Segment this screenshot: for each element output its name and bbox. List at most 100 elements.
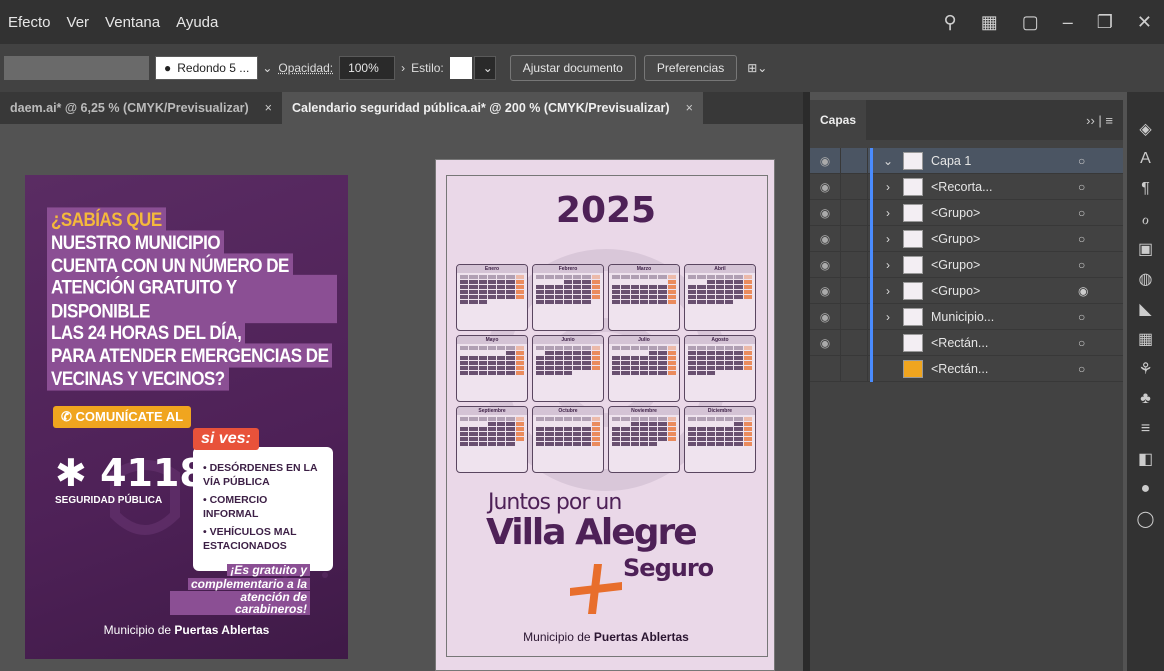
color-icon[interactable]: ◍ [1127,264,1164,294]
menu-efecto[interactable]: Efecto [0,14,59,31]
lock-toggle[interactable] [840,199,868,226]
target-icon[interactable]: ○ [1078,180,1085,194]
stroke-swatch[interactable] [4,56,149,80]
expand-icon[interactable]: ⌄ [873,154,903,168]
lock-toggle[interactable] [840,329,868,356]
target-icon[interactable]: ◉ [1078,284,1088,298]
target-icon[interactable]: ○ [1078,310,1085,324]
menu-ayuda[interactable]: Ayuda [168,14,226,31]
info-poster[interactable]: ¿SABÍAS QUE NUESTRO MUNICIPIO CUENTA CON… [25,175,348,659]
target-icon[interactable]: ○ [1078,336,1085,350]
layer-name[interactable]: <Recorta... [931,180,1061,194]
emergency-number-subtitle: SEGURIDAD PÚBLICA [55,495,163,506]
eye-icon[interactable]: ◉ [810,232,840,246]
screen-mode-icon[interactable]: ▢ [1010,12,1051,33]
glyphs-icon[interactable]: ℴ [1127,204,1164,234]
symbols-icon[interactable]: ♣ [1127,384,1164,414]
lock-toggle[interactable] [840,277,868,304]
expand-icon[interactable]: › [873,206,903,220]
chevron-right-icon[interactable]: › [401,61,405,75]
layer-row[interactable]: ◉ › <Grupo> ○ [810,251,1123,278]
appearance-icon[interactable]: ● [1127,474,1164,504]
minimize-icon[interactable]: – [1051,12,1085,33]
eye-icon[interactable]: ◉ [810,258,840,272]
target-icon[interactable]: ○ [1078,362,1085,376]
layer-row[interactable]: <Rectán... ○ [810,355,1123,382]
restore-icon[interactable]: ❐ [1085,12,1125,33]
eye-icon[interactable]: ◉ [810,154,840,168]
lock-toggle[interactable] [840,355,868,382]
gradient-icon[interactable]: ◣ [1127,294,1164,324]
lock-toggle[interactable] [840,147,868,174]
layer-row[interactable]: ◉ › <Grupo> ◉ [810,277,1123,304]
target-icon[interactable]: ○ [1078,154,1085,168]
close-tab-icon[interactable]: × [265,101,272,115]
eye-icon[interactable]: ◉ [810,310,840,324]
layer-row[interactable]: ◉ › <Grupo> ○ [810,225,1123,252]
layer-row[interactable]: ◉ › <Recorta... ○ [810,173,1123,200]
lock-toggle[interactable] [840,225,868,252]
character-icon[interactable]: A [1127,144,1164,174]
search-icon[interactable]: ⚲ [932,12,969,33]
opacity-input[interactable]: 100% [339,56,396,80]
arrange-icon[interactable]: ▦ [969,12,1010,33]
eye-icon[interactable]: ◉ [810,336,840,350]
artboard-canvas[interactable]: ¿SABÍAS QUE NUESTRO MUNICIPIO CUENTA CON… [0,124,803,671]
month-name: Junio [533,336,603,344]
libraries-icon[interactable]: ▦ [1127,324,1164,354]
menu-ventana[interactable]: Ventana [97,14,168,31]
layer-name[interactable]: <Grupo> [931,232,1061,246]
paragraph-icon[interactable]: ¶ [1127,174,1164,204]
style-swatch[interactable] [449,57,472,79]
transparency-icon[interactable]: ◧ [1127,444,1164,474]
close-icon[interactable]: ✕ [1125,12,1164,33]
expand-icon[interactable]: › [873,284,903,298]
align-icon[interactable]: ≡ [1127,414,1164,444]
expand-icon[interactable]: › [873,232,903,246]
artboards-icon[interactable]: ▣ [1127,234,1164,264]
layer-name[interactable]: <Rectán... [931,336,1061,350]
layers-icon[interactable]: ◈ [1127,114,1164,144]
menu-ver[interactable]: Ver [59,14,98,31]
target-icon[interactable]: ○ [1078,206,1085,220]
stroke-icon[interactable]: ◯ [1127,504,1164,534]
layer-name[interactable]: Municipio... [931,310,1061,324]
layer-row[interactable]: ◉ › <Grupo> ○ [810,199,1123,226]
eye-icon[interactable]: ◉ [810,206,840,220]
month-days [457,344,527,377]
brushes-icon[interactable]: ⚘ [1127,354,1164,384]
layer-name[interactable]: <Rectán... [931,362,1061,376]
target-icon[interactable]: ○ [1078,232,1085,246]
lock-toggle[interactable] [840,173,868,200]
brush-select[interactable]: ● Redondo 5 ... [155,56,259,80]
style-dropdown[interactable]: ⌄ [473,56,496,80]
eye-icon[interactable]: ◉ [810,180,840,194]
adjust-document-button[interactable]: Ajustar documento [509,55,636,81]
chevron-down-icon[interactable]: ⌄ [262,61,272,75]
expand-icon[interactable]: › [873,310,903,324]
select-similar-icon[interactable]: ⊞⌄ [747,61,767,75]
panel-collapse-strip[interactable] [803,92,810,671]
target-icon[interactable]: ○ [1078,258,1085,272]
preferences-button[interactable]: Preferencias [643,55,738,81]
layer-name[interactable]: <Grupo> [931,284,1061,298]
expand-icon[interactable]: › [873,180,903,194]
layer-name[interactable]: <Grupo> [931,258,1061,272]
panel-menu-icon[interactable]: ›› | ≡ [1086,113,1123,128]
expand-icon[interactable]: › [873,258,903,272]
tab-daem[interactable]: daem.ai* @ 6,25 % (CMYK/Previsualizar) × [0,92,282,124]
layer-row[interactable]: ◉ <Rectán... ○ [810,329,1123,356]
tab-capas[interactable]: Capas [810,100,867,140]
calendar-poster[interactable]: 2025 Enero Febrero Marzo Abril Mayo Junio Juli… [435,159,775,671]
eye-icon[interactable]: ◉ [810,284,840,298]
layer-row[interactable]: ◉ ⌄ Capa 1 ○ [810,147,1123,174]
close-tab-icon[interactable]: × [686,101,693,115]
free-note-line: complementario a la [187,578,310,590]
layer-name[interactable]: Capa 1 [931,154,1061,168]
lock-toggle[interactable] [840,251,868,278]
lock-toggle[interactable] [840,303,868,330]
layer-name[interactable]: <Grupo> [931,206,1061,220]
tab-calendario[interactable]: Calendario seguridad pública.ai* @ 200 %… [281,92,703,124]
calendar-footer: Municipio de Puertas Ablertas [436,630,776,644]
layer-row[interactable]: ◉ › Municipio... ○ [810,303,1123,330]
